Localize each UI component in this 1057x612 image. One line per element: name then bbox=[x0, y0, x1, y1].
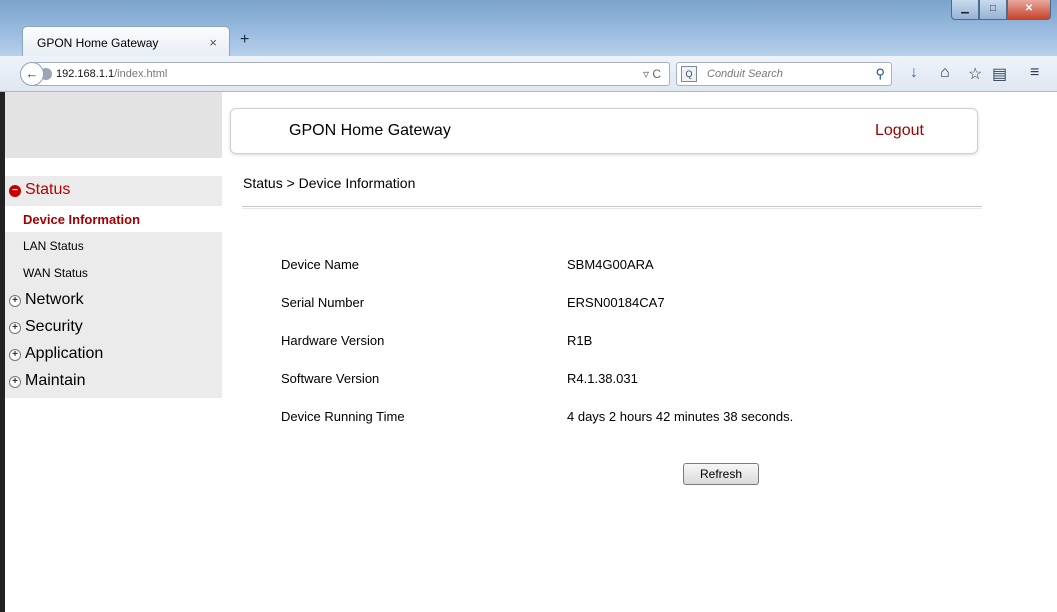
sidebar-item-label: Security bbox=[25, 318, 83, 335]
sidebar-item-label: Maintain bbox=[25, 372, 86, 389]
search-placeholder: Conduit Search bbox=[707, 68, 783, 80]
breadcrumb: Status > Device Information bbox=[243, 175, 416, 191]
sidebar-item-security[interactable]: + Security bbox=[5, 318, 83, 344]
expand-icon: + bbox=[9, 322, 21, 334]
collapse-icon: − bbox=[9, 185, 21, 197]
info-value: R4.1.38.031 bbox=[567, 371, 638, 386]
page-title: GPON Home Gateway bbox=[289, 122, 451, 139]
minimize-button[interactable]: ▁ bbox=[951, 0, 979, 20]
divider bbox=[242, 206, 982, 209]
menu-icon[interactable]: ≡ bbox=[1030, 64, 1039, 82]
sidebar-item-label: Application bbox=[25, 345, 104, 362]
info-label: Software Version bbox=[281, 371, 380, 386]
sidebar-item-application[interactable]: + Application bbox=[5, 345, 103, 371]
browser-titlebar: GPON Home Gateway × + ▁ □ ✕ bbox=[0, 0, 1057, 56]
browser-tab[interactable]: GPON Home Gateway × bbox=[22, 26, 230, 56]
info-row-running-time: Device Running Time 4 days 2 hours 42 mi… bbox=[281, 409, 981, 429]
bookmark-star-icon[interactable]: ☆ bbox=[968, 64, 982, 84]
tab-close-icon[interactable]: × bbox=[209, 35, 217, 50]
search-input[interactable]: Q Conduit Search ⚲ bbox=[676, 62, 892, 86]
info-row-hardware-version: Hardware Version R1B bbox=[281, 333, 981, 353]
search-icon[interactable]: ⚲ bbox=[875, 66, 885, 82]
sidebar-item-network[interactable]: + Network bbox=[5, 291, 84, 317]
info-label: Serial Number bbox=[281, 295, 365, 310]
download-icon[interactable]: ↓ bbox=[910, 64, 918, 82]
info-value: R1B bbox=[567, 333, 593, 348]
sidebar-item-label: Status bbox=[25, 181, 71, 198]
sidebar-item-wan-status[interactable]: WAN Status bbox=[5, 260, 222, 286]
sidebar-item-maintain[interactable]: + Maintain bbox=[5, 372, 85, 398]
info-value: 4 days 2 hours 42 minutes 38 seconds. bbox=[567, 409, 794, 424]
sidebar-header bbox=[5, 92, 222, 158]
sidebar-item-lan-status[interactable]: LAN Status bbox=[5, 233, 222, 259]
info-row-software-version: Software Version R4.1.38.031 bbox=[281, 371, 981, 391]
browser-navbar: 192.168.1.1/index.html ▿ C ← Q Conduit S… bbox=[0, 56, 1057, 92]
window-controls: ▁ □ ✕ bbox=[951, 0, 1051, 21]
info-value: SBM4G00ARA bbox=[567, 257, 654, 272]
maximize-button[interactable]: □ bbox=[979, 0, 1007, 20]
sidebar-item-device-information[interactable]: Device Information bbox=[5, 206, 222, 232]
bookmarks-list-icon[interactable]: ▤ bbox=[992, 64, 1007, 84]
logout-link[interactable]: Logout bbox=[875, 122, 924, 140]
info-label: Hardware Version bbox=[281, 333, 385, 348]
new-tab-button[interactable]: + bbox=[240, 31, 249, 49]
expand-icon: + bbox=[9, 376, 21, 388]
tab-title: GPON Home Gateway bbox=[37, 36, 159, 50]
expand-icon: + bbox=[9, 295, 21, 307]
url-bar[interactable]: 192.168.1.1/index.html ▿ C bbox=[34, 62, 670, 86]
expand-icon: + bbox=[9, 349, 21, 361]
close-window-button[interactable]: ✕ bbox=[1007, 0, 1051, 20]
sidebar-item-label: Network bbox=[25, 291, 84, 308]
info-label: Device Running Time bbox=[281, 409, 405, 424]
reload-icon[interactable]: ▿ C bbox=[643, 67, 661, 81]
url-path: /index.html bbox=[114, 68, 168, 80]
info-value: ERSN00184CA7 bbox=[567, 295, 665, 310]
home-icon[interactable]: ⌂ bbox=[940, 64, 950, 82]
info-row-device-name: Device Name SBM4G00ARA bbox=[281, 257, 981, 277]
refresh-button[interactable]: Refresh bbox=[683, 463, 759, 485]
search-engine-icon[interactable]: Q bbox=[681, 66, 697, 82]
page-header: GPON Home Gateway Logout bbox=[230, 108, 978, 154]
info-row-serial-number: Serial Number ERSN00184CA7 bbox=[281, 295, 981, 315]
sidebar-item-status[interactable]: − Status bbox=[5, 181, 70, 207]
url-host: 192.168.1.1 bbox=[56, 68, 115, 80]
back-button[interactable]: ← bbox=[20, 62, 44, 86]
info-label: Device Name bbox=[281, 257, 360, 272]
